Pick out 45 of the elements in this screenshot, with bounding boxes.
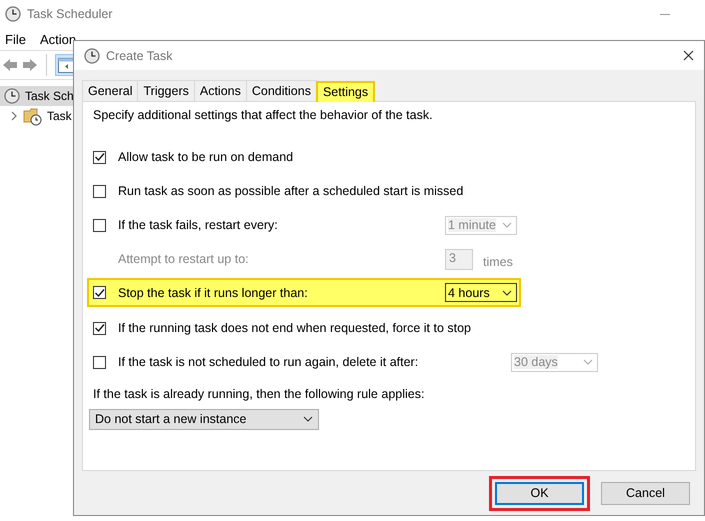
checkbox-label[interactable]: If the task is not scheduled to run again, delete it after: xyxy=(118,355,445,369)
checkbox[interactable] xyxy=(93,286,106,299)
checkbox-label[interactable]: If the task fails, restart every: xyxy=(118,218,445,232)
dropdown[interactable]: Do not start a new instance xyxy=(89,408,319,430)
checkbox-label[interactable]: Allow task to be run on demand xyxy=(118,150,445,164)
unit-label: times xyxy=(483,255,513,269)
chevron-icon xyxy=(10,111,18,121)
tree-item-label[interactable]: Task xyxy=(47,109,72,123)
check-icon xyxy=(94,288,105,298)
rule-label: If the task is already running, then the following rule applies: xyxy=(93,387,424,401)
checkbox[interactable] xyxy=(93,356,106,368)
dialog-title: Create Task xyxy=(106,48,172,62)
clock-icon xyxy=(84,48,100,64)
dropdown[interactable]: 4 hours xyxy=(445,283,517,302)
checkbox[interactable] xyxy=(93,184,106,198)
back-icon[interactable] xyxy=(2,57,18,73)
pane-icon[interactable] xyxy=(58,57,76,74)
forward-icon[interactable] xyxy=(22,57,38,73)
checkbox[interactable] xyxy=(93,150,106,164)
tab[interactable]: General xyxy=(82,80,138,101)
cancel-button[interactable]: Cancel xyxy=(601,482,690,504)
field-label: Attempt to restart up to: xyxy=(118,252,250,266)
description-text: Specify additional settings that affect the behavior of the task. xyxy=(93,108,434,124)
check-icon xyxy=(94,323,105,333)
check-icon xyxy=(94,152,105,162)
checkbox[interactable] xyxy=(93,218,106,232)
tree-item-label[interactable]: Task Sch xyxy=(25,89,74,103)
ok-button[interactable]: OK xyxy=(495,482,584,504)
folder-clock-icon xyxy=(23,106,42,126)
checkbox-label[interactable]: Run task as soon as possible after a scheduled start is missed xyxy=(118,184,464,198)
tree-item[interactable]: Task Sch xyxy=(0,86,73,106)
checkbox[interactable] xyxy=(93,322,106,334)
clock-icon xyxy=(5,6,21,22)
caret-icon xyxy=(502,290,512,296)
caret-icon xyxy=(303,416,313,422)
clock-icon xyxy=(4,88,20,104)
caret-icon xyxy=(502,222,512,228)
tab[interactable]: Settings xyxy=(316,81,376,102)
caret-icon xyxy=(583,359,593,365)
checkbox-label[interactable]: Stop the task if it runs longer than: xyxy=(118,286,445,300)
checkbox-label[interactable]: If the running task does not end when requested, force it to stop xyxy=(118,321,472,335)
window-title: Task Scheduler xyxy=(27,7,112,21)
tab[interactable]: Triggers xyxy=(137,80,195,101)
close-icon[interactable] xyxy=(683,50,694,61)
menu-item[interactable]: File xyxy=(5,32,26,46)
